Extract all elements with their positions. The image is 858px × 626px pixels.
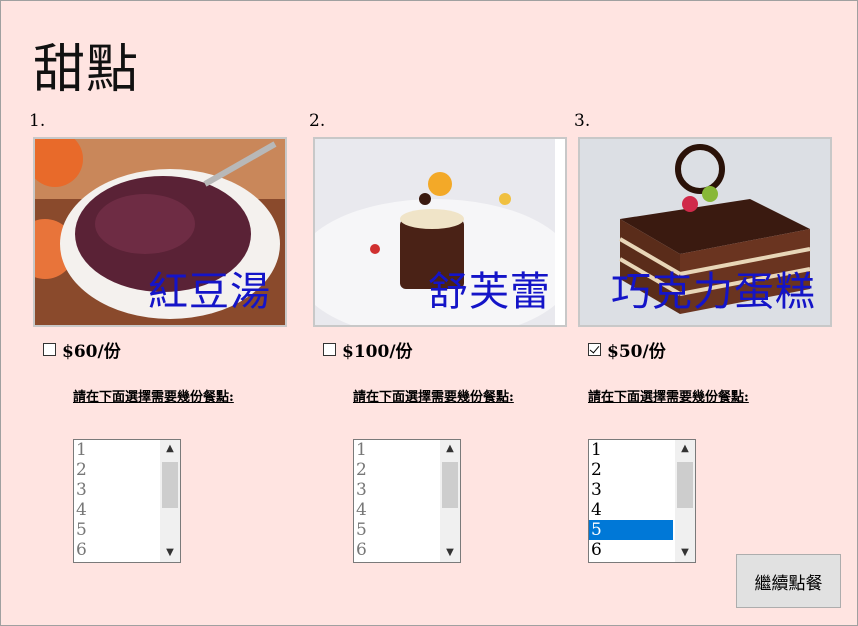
- quantity-instruction: 請在下面選擇需要幾份餐點:: [353, 390, 514, 405]
- scroll-down-icon[interactable]: ▼: [675, 544, 695, 562]
- listbox-option[interactable]: 2: [589, 460, 673, 480]
- dessert-card-souffle: 2. 舒芙蕾 $100/份 請在下面選擇需要幾份餐點: 123456 ▲ ▼: [309, 111, 567, 563]
- scroll-up-icon[interactable]: ▲: [160, 440, 180, 458]
- listbox-option[interactable]: 6: [589, 540, 673, 560]
- order-checkbox[interactable]: [43, 343, 56, 356]
- quantity-listbox[interactable]: 123456 ▲ ▼: [353, 439, 461, 563]
- dessert-card-chocolate-cake: 3. 巧克力蛋糕 $50/份 請在下面選擇需要幾份餐點: 123456 ▲ ▼: [574, 111, 832, 563]
- price-label[interactable]: $50/份: [607, 337, 666, 362]
- scroll-thumb[interactable]: [442, 462, 458, 508]
- quantity-listbox[interactable]: 123456 ▲ ▼: [588, 439, 696, 563]
- dessert-name: 舒芙蕾: [428, 269, 551, 315]
- scroll-down-icon[interactable]: ▼: [440, 544, 460, 562]
- quantity-instruction: 請在下面選擇需要幾份餐點:: [73, 390, 234, 405]
- scroll-up-icon[interactable]: ▲: [675, 440, 695, 458]
- page-title: 甜點: [33, 40, 140, 100]
- scroll-down-icon[interactable]: ▼: [160, 544, 180, 562]
- dessert-image-red-bean-soup: 紅豆湯: [33, 137, 287, 327]
- listbox-scrollbar[interactable]: ▲ ▼: [675, 440, 695, 562]
- listbox-option[interactable]: 2: [74, 460, 158, 480]
- order-checkbox[interactable]: [323, 343, 336, 356]
- listbox-option[interactable]: 1: [354, 440, 438, 460]
- continue-ordering-button[interactable]: 繼續點餐: [736, 554, 841, 608]
- price-label[interactable]: $60/份: [62, 337, 121, 362]
- listbox-option[interactable]: 6: [354, 540, 438, 560]
- listbox-option[interactable]: 3: [589, 480, 673, 500]
- scroll-thumb[interactable]: [162, 462, 178, 508]
- scroll-thumb[interactable]: [677, 462, 693, 508]
- listbox-option[interactable]: 4: [74, 500, 158, 520]
- price-label[interactable]: $100/份: [342, 337, 413, 362]
- quantity-listbox[interactable]: 123456 ▲ ▼: [73, 439, 181, 563]
- listbox-option[interactable]: 4: [354, 500, 438, 520]
- listbox-scrollbar[interactable]: ▲ ▼: [160, 440, 180, 562]
- scroll-up-icon[interactable]: ▲: [440, 440, 460, 458]
- listbox-option[interactable]: 2: [354, 460, 438, 480]
- item-number: 3.: [574, 111, 591, 131]
- listbox-option[interactable]: 4: [589, 500, 673, 520]
- listbox-option[interactable]: 1: [74, 440, 158, 460]
- listbox-option[interactable]: 5: [74, 520, 158, 540]
- listbox-option[interactable]: 5: [589, 520, 673, 540]
- dessert-card-red-bean-soup: 1. 紅豆湯 $60/份 請在下面選擇需要幾份餐點: 123456 ▲ ▼: [29, 111, 287, 563]
- listbox-option[interactable]: 3: [74, 480, 158, 500]
- listbox-option[interactable]: 6: [74, 540, 158, 560]
- item-number: 2.: [309, 111, 326, 131]
- dessert-image-chocolate-cake: 巧克力蛋糕: [578, 137, 832, 327]
- listbox-scrollbar[interactable]: ▲ ▼: [440, 440, 460, 562]
- listbox-option[interactable]: 5: [354, 520, 438, 540]
- listbox-option[interactable]: 1: [589, 440, 673, 460]
- listbox-option[interactable]: 3: [354, 480, 438, 500]
- dessert-name: 紅豆湯: [148, 269, 271, 315]
- dessert-image-souffle: 舒芙蕾: [313, 137, 567, 327]
- quantity-instruction: 請在下面選擇需要幾份餐點:: [588, 390, 749, 405]
- order-checkbox[interactable]: [588, 343, 601, 356]
- item-number: 1.: [29, 111, 46, 131]
- dessert-name: 巧克力蛋糕: [611, 269, 816, 315]
